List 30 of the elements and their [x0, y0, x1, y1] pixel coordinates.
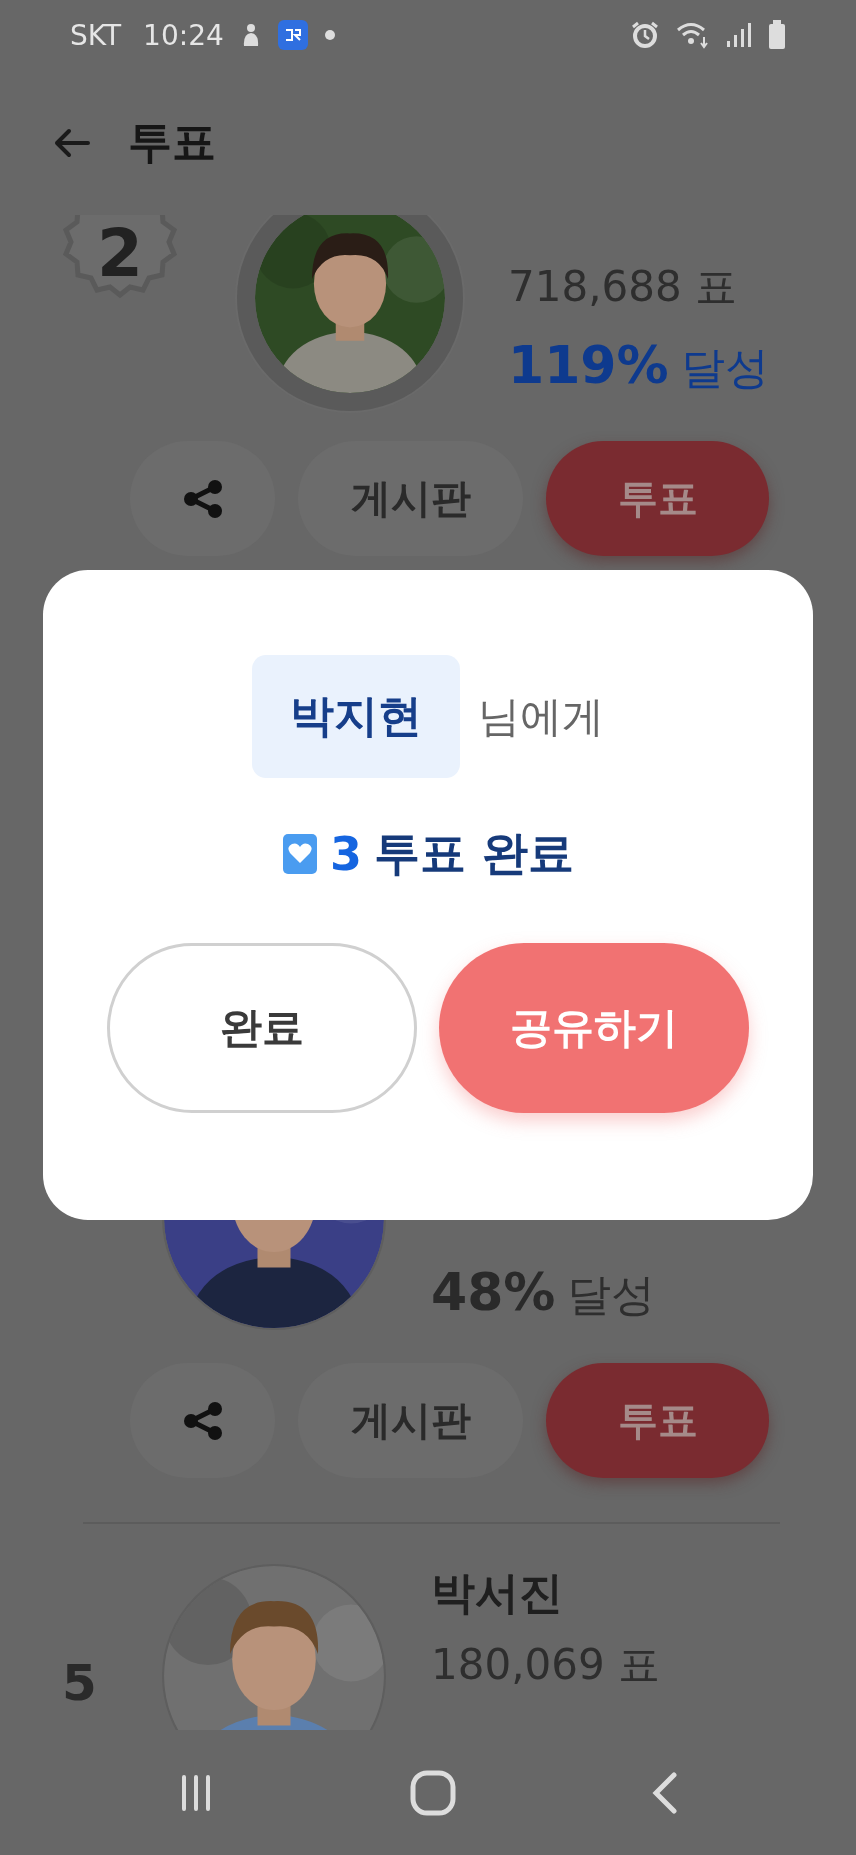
board-button[interactable]: 게시판: [298, 441, 523, 556]
vote-complete-message: 투표 완료: [374, 825, 574, 882]
vote-count: 718,688 표: [508, 260, 739, 313]
recipient-suffix: 님에게: [478, 690, 604, 743]
vote-count: 180,069 표: [431, 1639, 661, 1691]
signal-icon: [726, 21, 752, 49]
vote-button[interactable]: 투표: [546, 1363, 769, 1478]
recipient-name: 박지현: [252, 655, 460, 778]
achievement-percent: 119%: [508, 334, 669, 395]
achievement-percent: 48%: [431, 1261, 556, 1322]
page-title: 투표: [128, 115, 216, 169]
app-badge-icon: [277, 20, 308, 50]
carrier-name: SKT: [70, 18, 122, 52]
battery-icon: [768, 20, 786, 50]
heart-ticket-icon: [282, 833, 318, 875]
board-button[interactable]: 게시판: [298, 1363, 523, 1478]
achievement-label: 달성: [680, 340, 769, 395]
clock-time: 10:24: [143, 18, 224, 52]
back-arrow-icon[interactable]: [52, 126, 92, 159]
alarm-icon: [630, 20, 660, 50]
notification-dot-icon: [323, 29, 336, 41]
rank-number: 5: [62, 1654, 98, 1712]
achievement-label: 달성: [567, 1267, 656, 1322]
vote-button[interactable]: 투표: [546, 441, 769, 556]
wifi-icon: [676, 21, 710, 49]
home-icon[interactable]: [409, 1768, 457, 1817]
share-button[interactable]: 공유하기: [439, 943, 749, 1113]
done-button[interactable]: 완료: [107, 943, 417, 1113]
candidate-name: 박서진: [431, 1566, 564, 1620]
vote-count-number: 3: [330, 827, 362, 881]
